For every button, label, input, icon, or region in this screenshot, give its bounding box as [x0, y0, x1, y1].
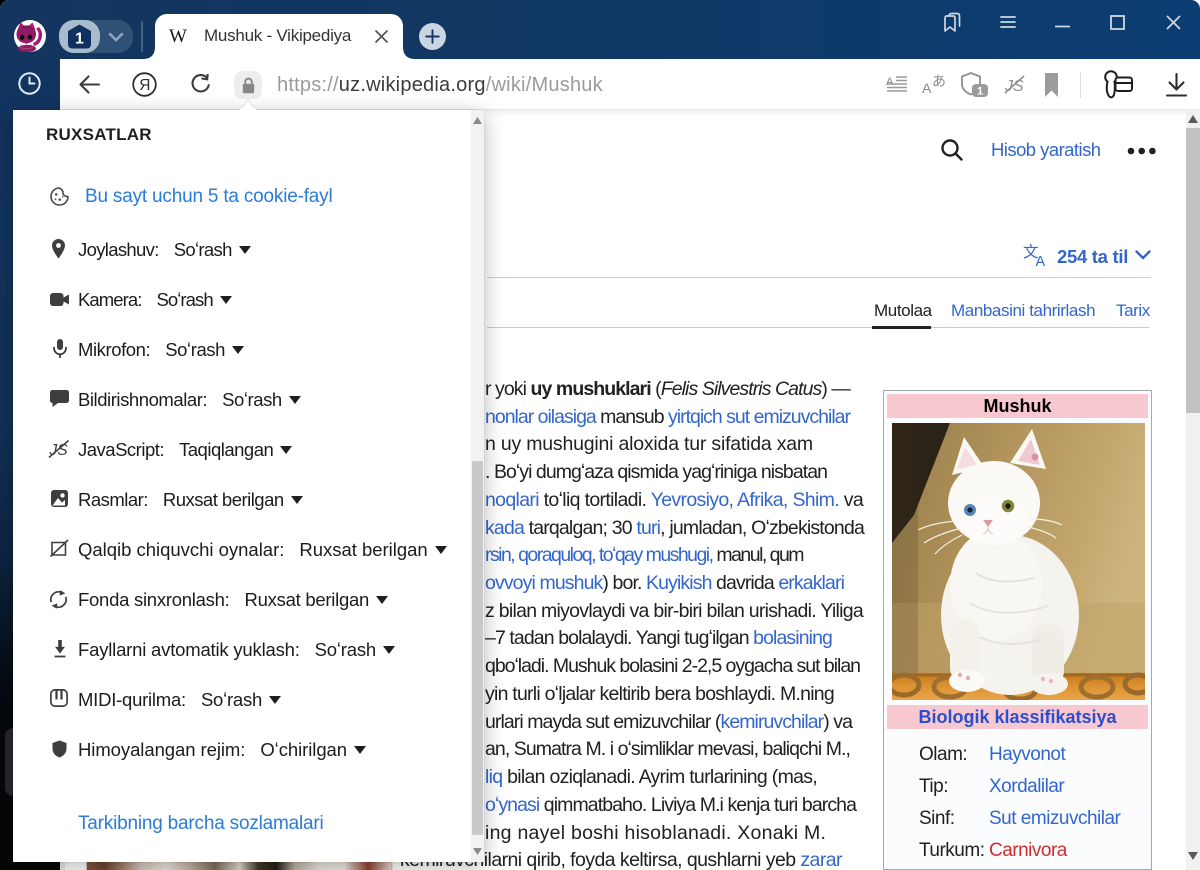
- svg-text:JS: JS: [1004, 78, 1024, 95]
- svg-text:1: 1: [977, 86, 983, 98]
- svg-text:A: A: [922, 80, 932, 96]
- svg-text:あ: あ: [932, 73, 946, 89]
- svg-text:A: A: [1036, 254, 1046, 267]
- svg-text:Я: Я: [139, 77, 150, 94]
- svg-text:A: A: [886, 76, 894, 88]
- svg-text:JS: JS: [49, 442, 69, 459]
- svg-text:1: 1: [75, 31, 84, 48]
- svg-text:W: W: [169, 26, 187, 46]
